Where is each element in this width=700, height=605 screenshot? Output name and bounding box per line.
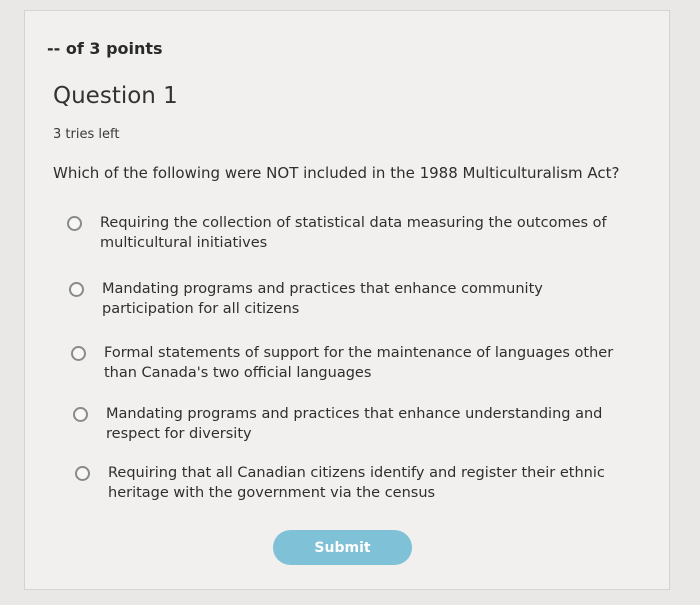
radio-button[interactable] [75, 466, 90, 481]
answer-option-label: Mandating programs and practices that en… [102, 281, 543, 317]
points-label: -- of 3 points [47, 39, 163, 58]
answer-option-1[interactable]: Requiring the collection of statistical … [67, 213, 610, 253]
answer-option-5[interactable]: Requiring that all Canadian citizens ide… [75, 463, 618, 503]
answer-option-3[interactable]: Formal statements of support for the mai… [71, 343, 614, 383]
question-card: -- of 3 points Question 1 3 tries left W… [24, 10, 670, 590]
tries-left-label: 3 tries left [53, 127, 120, 142]
answer-option-label: Requiring the collection of statistical … [100, 215, 607, 251]
question-title: Question 1 [53, 83, 178, 109]
answer-option-2[interactable]: Mandating programs and practices that en… [69, 279, 612, 319]
radio-button[interactable] [67, 216, 82, 231]
radio-button[interactable] [69, 282, 84, 297]
answer-option-label: Requiring that all Canadian citizens ide… [108, 465, 605, 501]
radio-button[interactable] [71, 346, 86, 361]
question-prompt: Which of the following were NOT included… [53, 164, 620, 182]
answer-option-label: Mandating programs and practices that en… [106, 406, 603, 442]
radio-button[interactable] [73, 407, 88, 422]
submit-button[interactable]: Submit [273, 530, 412, 565]
answer-option-label: Formal statements of support for the mai… [104, 345, 614, 381]
answer-option-4[interactable]: Mandating programs and practices that en… [73, 404, 616, 444]
